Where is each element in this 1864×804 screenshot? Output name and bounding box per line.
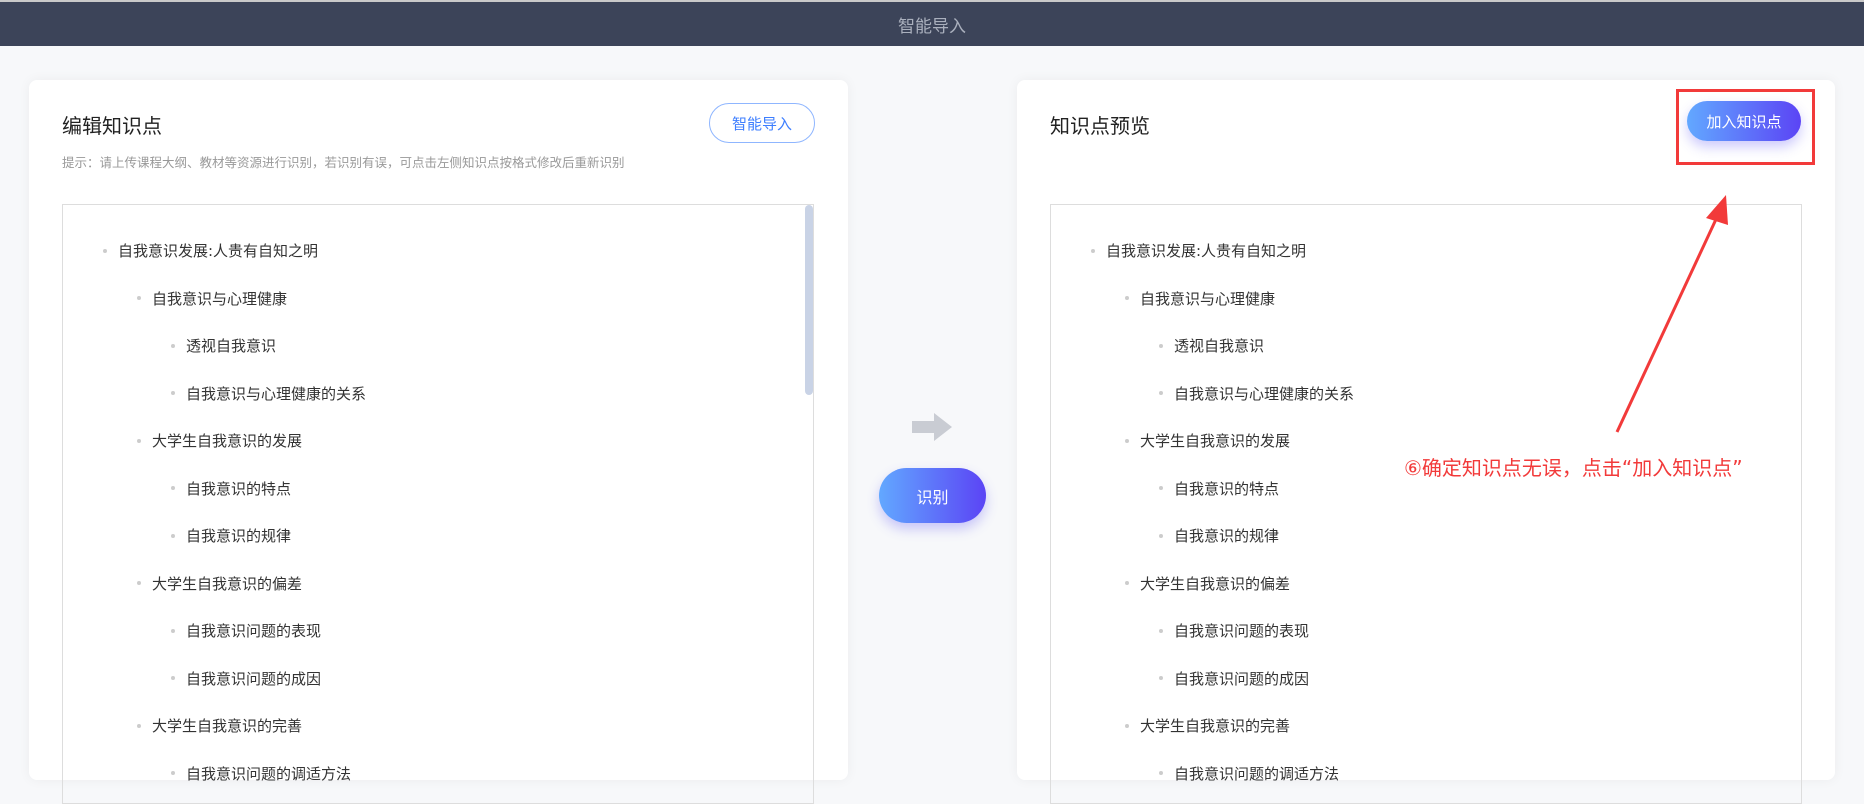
tree-item: 自我意识问题的调适方法 [1159,763,1339,784]
tree-item: 自我意识问题的表现 [171,620,321,641]
tree-item: 自我意识与心理健康的关系 [1159,383,1354,404]
tree-item: 自我意识的规律 [1159,525,1279,546]
tree-item: 自我意识与心理健康 [1125,288,1275,309]
bullet-icon [171,676,175,680]
tree-item: 大学生自我意识的发展 [137,430,302,451]
tree-item: 自我意识问题的成因 [1159,668,1309,689]
tree-item: 自我意识与心理健康的关系 [171,383,366,404]
bullet-icon [1159,771,1163,775]
bullet-icon [171,628,175,633]
recognize-button[interactable]: 识别 [879,468,986,523]
tree-item: 自我意识与心理健康 [137,288,287,309]
tree-item-label: 自我意识问题的调适方法 [186,764,352,783]
tree-item: 自我意识的特点 [171,478,291,499]
bullet-icon [1091,248,1095,253]
tree-item-label: 大学生自我意识的发展 [1140,432,1291,450]
tree-item: 透视自我意识 [1159,335,1264,356]
tree-item-label: 自我意识发展:人贵有自知之明 [118,242,319,260]
bullet-icon [1125,438,1129,443]
edit-hint: 提示：请上传课程大纲、教材等资源进行识别，若识别有误，可点击左侧知识点按格式修改… [62,155,625,170]
tree-item-label: 自我意识问题的调适方法 [1174,764,1340,783]
bullet-icon [171,771,175,775]
bullet-icon [1159,391,1163,395]
bullet-icon [137,581,141,585]
edit-panel: 编辑知识点 提示：请上传课程大纲、教材等资源进行识别，若识别有误，可点击左侧知识… [29,80,848,804]
scrollbar[interactable] [805,205,813,395]
bullet-icon [1125,296,1129,300]
bullet-icon [171,533,175,538]
bullet-icon [137,438,141,443]
bullet-icon [1159,343,1163,348]
tree-item: 自我意识问题的调适方法 [171,763,351,784]
tree-item-label: 自我意识的特点 [1174,479,1280,498]
tree-item-label: 大学生自我意识的发展 [152,432,303,450]
tree-item: 大学生自我意识的偏差 [137,573,302,594]
tree-item-label: 大学生自我意识的偏差 [1140,574,1291,593]
bullet-icon [1159,628,1163,633]
preview-panel-title: 知识点预览 [1050,114,1150,138]
tree-item: 大学生自我意识的完善 [1125,715,1290,736]
tree-item-label: 透视自我意识 [186,337,277,355]
tree-item-label: 大学生自我意识的完善 [152,717,303,735]
tree-item-label: 自我意识与心理健康的关系 [186,384,367,403]
highlight-box [1676,89,1815,165]
page-header: 智能导入 [0,0,1864,46]
tree-item-label: 大学生自我意识的完善 [1140,717,1291,735]
tree-item: 大学生自我意识的发展 [1125,430,1290,451]
tree-item: 自我意识发展:人贵有自知之明 [103,240,318,261]
tree-item-label: 自我意识的规律 [1174,527,1280,545]
arrow-right-icon [912,413,952,441]
tree-item-label: 透视自我意识 [1174,337,1265,355]
tree-item: 大学生自我意识的完善 [137,715,302,736]
tree-item-label: 自我意识的特点 [186,479,292,498]
tree-item: 透视自我意识 [171,335,276,356]
tree-item: 自我意识问题的成因 [171,668,321,689]
annotation-text: ⑥确定知识点无误，点击“加入知识点” [1404,456,1743,480]
tree-item: 自我意识的规律 [171,525,291,546]
bullet-icon [171,343,175,348]
tree-item-label: 自我意识问题的成因 [1174,669,1310,688]
tree-item: 自我意识问题的表现 [1159,620,1309,641]
bullet-icon [137,723,141,728]
edit-panel-title: 编辑知识点 [62,114,162,138]
tree-item-label: 自我意识发展:人贵有自知之明 [1106,242,1307,260]
tree-item-label: 自我意识与心理健康的关系 [1174,384,1355,403]
tree-item-label: 自我意识与心理健康 [152,289,288,308]
tree-item: 自我意识发展:人贵有自知之明 [1091,240,1306,261]
bullet-icon [1159,486,1163,490]
bullet-icon [171,391,175,395]
bullet-icon [1159,533,1163,538]
bullet-icon [1125,723,1129,728]
bullet-icon [1125,581,1129,585]
tree-item-label: 大学生自我意识的偏差 [152,574,303,593]
tree-item: 大学生自我意识的偏差 [1125,573,1290,594]
tree-item-label: 自我意识的规律 [186,527,292,545]
tree-item-label: 自我意识问题的表现 [186,622,322,640]
page-title: 智能导入 [898,16,966,37]
knowledge-preview: 自我意识发展:人贵有自知之明 自我意识与心理健康透视自我意识自我意识与心理健康的关… [1050,204,1802,804]
tree-item-label: 自我意识问题的表现 [1174,622,1310,640]
preview-panel: 知识点预览 加入知识点 自我意识发展:人贵有自知之明 自我意识与心理健康 透视自我意… [1017,80,1835,804]
smart-import-button[interactable]: 智能导入 [709,103,815,143]
knowledge-editor[interactable]: 自我意识发展:人贵有自知之明 自我意识与心理健康透视自我意识自我意识与心理健康的关… [62,204,814,804]
bullet-icon [171,486,175,490]
bullet-icon [103,248,107,253]
tree-item: 自我意识的特点 [1159,478,1279,499]
bullet-icon [1159,676,1163,680]
tree-item-label: 自我意识问题的成因 [186,669,322,688]
tree-item-label: 自我意识与心理健康 [1140,289,1276,308]
bullet-icon [137,296,141,300]
